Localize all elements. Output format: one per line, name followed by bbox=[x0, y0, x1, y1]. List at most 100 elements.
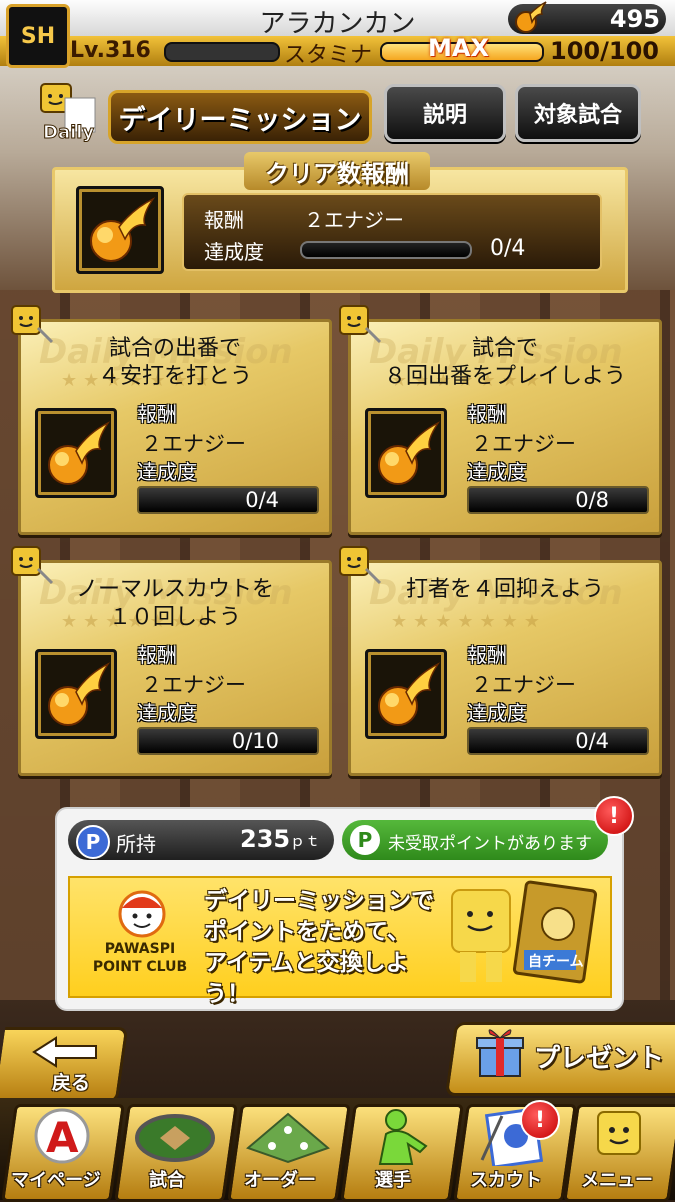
alert-badge-icon: ! bbox=[520, 1100, 560, 1140]
point-p-icon: P bbox=[350, 825, 380, 855]
owned-points-unit: ｐｔ bbox=[290, 832, 321, 850]
daily-badge-label: Daily bbox=[43, 122, 94, 143]
point-club-logo-line1: PAWASPI bbox=[104, 941, 176, 957]
back-button-label: 戻る bbox=[52, 1072, 91, 1094]
mission-icon-frame bbox=[35, 408, 117, 498]
mission-title-line1: 試合の出番で bbox=[108, 336, 241, 361]
mascot-card-label: 自チーム bbox=[528, 953, 584, 970]
mission-progress-label: 達成度 bbox=[467, 460, 527, 484]
field-order-icon bbox=[246, 1112, 330, 1164]
clear-reward-label: 報酬 bbox=[204, 208, 244, 232]
clear-progress-text: 0/4 bbox=[490, 236, 526, 261]
mission-title-line2: ４安打を打とう bbox=[97, 364, 252, 389]
energy-value: 495 bbox=[609, 5, 660, 33]
mission-reward-value: ２エナジー bbox=[471, 673, 576, 697]
mascot-pin-icon bbox=[339, 305, 382, 344]
mission-progress-text: 0/10 bbox=[231, 729, 279, 753]
nav-scout-label: スカウト bbox=[470, 1170, 542, 1191]
mission-title-line1: ノーマルスカウトを bbox=[75, 577, 274, 602]
mission-reward-label: 報酬 bbox=[467, 643, 507, 667]
nav-game-label: 試合 bbox=[149, 1170, 185, 1191]
owned-points-label: 所持 bbox=[116, 832, 156, 856]
mascot-pin-icon bbox=[11, 305, 54, 344]
card-stars-decoration: ★★★★★★★ bbox=[391, 611, 546, 632]
mission-reward-value: ２エナジー bbox=[471, 432, 576, 456]
stamina-label: スタミナ bbox=[284, 43, 373, 68]
level-value: 316 bbox=[104, 38, 151, 63]
level-prefix: Lv. bbox=[70, 38, 105, 63]
team-logo[interactable]: SH bbox=[6, 4, 70, 68]
clear-progress-label: 達成度 bbox=[204, 240, 264, 264]
help-button[interactable]: 説明 bbox=[384, 84, 506, 142]
mission-progress-text: 0/4 bbox=[245, 488, 279, 512]
fireball-icon bbox=[48, 421, 111, 485]
mission-icon-frame bbox=[365, 649, 447, 739]
mission-progress-text: 0/8 bbox=[575, 488, 609, 512]
stamina-value: 100/100 bbox=[550, 37, 659, 65]
mission-reward-label: 報酬 bbox=[467, 402, 507, 426]
stadium-icon bbox=[135, 1114, 215, 1162]
mypage-a-icon: A bbox=[34, 1108, 90, 1164]
mission-icon-frame bbox=[365, 408, 447, 498]
fireball-icon bbox=[90, 197, 156, 262]
nav-players-label: 選手 bbox=[375, 1170, 411, 1191]
mission-title-line1: 試合で bbox=[471, 336, 538, 361]
mission-icon-frame bbox=[35, 649, 117, 739]
owned-points-value: 235 bbox=[240, 825, 291, 853]
alert-badge-icon: ! bbox=[594, 796, 634, 836]
fireball-icon bbox=[378, 421, 441, 485]
mission-progress-text: 0/4 bbox=[575, 729, 609, 753]
mission-progress-bar: 0/10 bbox=[137, 727, 319, 755]
mission-card[interactable]: Daily Mission ★★★★★★★ ノーマルスカウトを １０回しよう 報… bbox=[18, 560, 332, 776]
stamina-max-badge: MAX bbox=[428, 34, 489, 62]
clear-progress-bar bbox=[300, 241, 472, 259]
daily-badge-icon: Daily bbox=[40, 83, 96, 144]
clear-reward-heading: クリア数報酬 bbox=[244, 152, 430, 190]
mascot-with-card-illustration: 自チーム bbox=[451, 880, 598, 984]
point-club-logo: PAWASPI POINT CLUB bbox=[80, 940, 200, 976]
svg-text:A: A bbox=[46, 1113, 79, 1162]
mission-title-line1: 打者を４回抑えよう bbox=[405, 577, 604, 602]
mascot-pin-icon bbox=[11, 546, 54, 585]
back-arrow-icon bbox=[32, 1036, 97, 1068]
mission-card[interactable]: Daily Mission ★★★★★★★ 打者を４回抑えよう 報酬 ２エナジー… bbox=[348, 560, 662, 776]
mascot-menu-icon bbox=[597, 1111, 641, 1155]
mission-progress-label: 達成度 bbox=[467, 701, 527, 725]
banner-line3: アイテムと交換しよう！ bbox=[204, 950, 409, 1007]
fireball-icon bbox=[378, 662, 441, 726]
page-title: デイリーミッション bbox=[108, 90, 372, 144]
mission-progress-bar: 0/8 bbox=[467, 486, 649, 514]
mission-progress-bar: 0/4 bbox=[467, 727, 649, 755]
mission-progress-label: 達成度 bbox=[137, 460, 197, 484]
gift-box-icon bbox=[476, 1029, 524, 1077]
level-display: Lv.316 bbox=[70, 38, 151, 63]
point-p-icon: P bbox=[76, 825, 110, 859]
point-club-logo-line2: POINT CLUB bbox=[92, 959, 188, 975]
unclaimed-points-text: 未受取ポイントがあります bbox=[388, 834, 592, 854]
mascot-pin-icon bbox=[339, 546, 382, 585]
point-club-mascot-icon bbox=[118, 890, 166, 938]
mission-card[interactable]: Daily Mission ★★★★★★★ 試合で ８回出番をプレイしよう 報酬… bbox=[348, 319, 662, 535]
nav-mypage-label: マイページ bbox=[11, 1170, 101, 1191]
banner-line2: ポイントをためて、 bbox=[204, 919, 410, 945]
mission-reward-value: ２エナジー bbox=[141, 432, 246, 456]
player-silhouette-icon bbox=[378, 1109, 428, 1165]
target-games-button[interactable]: 対象試合 bbox=[515, 84, 641, 142]
mission-reward-value: ２エナジー bbox=[141, 673, 246, 697]
point-club-banner-text: デイリーミッションで ポイントをためて、 アイテムと交換しよう！ bbox=[204, 886, 454, 1010]
clear-reward-icon-frame bbox=[76, 186, 164, 274]
mission-progress-bar: 0/4 bbox=[137, 486, 319, 514]
mission-title-line2: １０回しよう bbox=[108, 605, 241, 630]
fireball-icon bbox=[515, 1, 547, 33]
mission-card[interactable]: Daily Mission ★★★★★★★ 試合の出番で ４安打を打とう 報酬 … bbox=[18, 319, 332, 535]
fireball-icon bbox=[48, 662, 111, 726]
nav-order-label: オーダー bbox=[244, 1170, 316, 1191]
mission-progress-label: 達成度 bbox=[137, 701, 197, 725]
mission-reward-label: 報酬 bbox=[137, 643, 177, 667]
banner-line1: デイリーミッションで bbox=[204, 888, 434, 914]
mission-reward-label: 報酬 bbox=[137, 402, 177, 426]
mission-title-line2: ８回出番をプレイしよう bbox=[383, 364, 626, 389]
clear-reward-value: ２エナジー bbox=[304, 208, 404, 232]
present-button-label: プレゼント bbox=[534, 1044, 665, 1074]
exp-bar bbox=[164, 42, 280, 62]
